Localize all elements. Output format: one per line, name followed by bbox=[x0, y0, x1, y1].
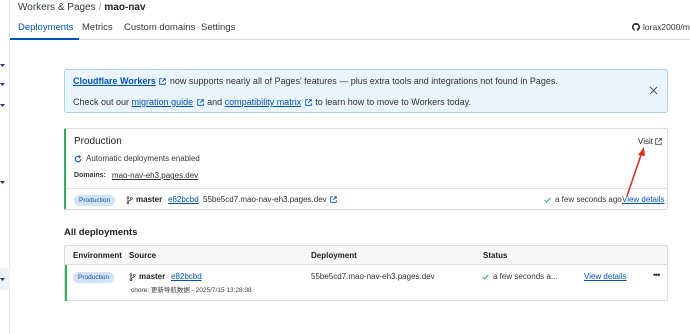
breadcrumb: Workers & Pages / mao-nav bbox=[18, 2, 146, 13]
banner-line-1: Cloudflare Workers now supports nearly a… bbox=[73, 76, 558, 86]
column-environment: Environment bbox=[73, 251, 122, 260]
breadcrumb-separator: / bbox=[98, 2, 102, 13]
sidebar bbox=[0, 0, 10, 334]
production-title: Production bbox=[74, 136, 122, 147]
banner-text-2a: Check out our bbox=[73, 97, 130, 107]
deployments-table: Environment Source Deployment Status Pro… bbox=[64, 245, 668, 301]
repo-link[interactable]: lorax2000/mao bbox=[632, 22, 690, 32]
branch-name: master bbox=[136, 195, 163, 204]
table-row[interactable]: Production master e82bcbd chore: 更新导航数据 … bbox=[65, 265, 667, 301]
view-details-link[interactable]: View details bbox=[584, 272, 627, 281]
page-title: mao-nav bbox=[104, 2, 146, 13]
close-icon[interactable] bbox=[649, 86, 658, 95]
external-link-icon bbox=[304, 99, 312, 106]
domains-row: Domains: mao-nav-eh3.pages.dev bbox=[74, 171, 198, 180]
divider bbox=[66, 188, 668, 189]
domain-link[interactable]: mao-nav-eh3.pages.dev bbox=[112, 171, 198, 180]
commit-link[interactable]: e82bcbd bbox=[168, 195, 199, 204]
deployment-status: a few seconds ago bbox=[544, 195, 622, 204]
deployment-url: 55be5cd7.mao-nav-eh3.pages.dev bbox=[203, 195, 327, 204]
chevron-down-icon[interactable] bbox=[0, 64, 5, 67]
auto-deploy-label: Automatic deployments enabled bbox=[86, 154, 200, 163]
compatibility-matrix-link[interactable]: compatibility matrix bbox=[225, 97, 302, 107]
workers-info-banner: Cloudflare Workers now supports nearly a… bbox=[64, 69, 668, 113]
visit-label: Visit bbox=[638, 137, 653, 146]
active-tab-indicator bbox=[10, 38, 79, 40]
cloudflare-workers-link[interactable]: Cloudflare Workers bbox=[73, 76, 156, 86]
migration-guide-link[interactable]: migration guide bbox=[132, 97, 194, 107]
tab-deployments[interactable]: Deployments bbox=[18, 22, 73, 33]
environment-badge: Production bbox=[74, 195, 116, 206]
github-icon bbox=[632, 23, 640, 31]
banner-text-1: now supports nearly all of Pages' featur… bbox=[169, 76, 558, 86]
chevron-down-icon[interactable] bbox=[0, 83, 5, 86]
refresh-icon bbox=[74, 154, 82, 162]
column-deployment: Deployment bbox=[311, 251, 357, 260]
tab-bar: Deployments Metrics Custom domains Setti… bbox=[10, 14, 690, 40]
all-deployments-title: All deployments bbox=[64, 227, 138, 238]
external-link-icon bbox=[196, 99, 204, 106]
chevron-down-icon[interactable] bbox=[0, 181, 5, 184]
banner-text-2b: and bbox=[207, 97, 223, 107]
banner-line-2: Check out our migration guide and compat… bbox=[73, 97, 471, 107]
repo-label: lorax2000/mao bbox=[643, 22, 690, 32]
domains-label: Domains: bbox=[74, 172, 106, 179]
tab-metrics[interactable]: Metrics bbox=[82, 22, 113, 33]
tab-custom-domains[interactable]: Custom domains bbox=[124, 22, 195, 33]
status-text: a few seconds ago bbox=[555, 195, 622, 204]
external-link-icon bbox=[655, 138, 662, 145]
visit-link[interactable]: Visit bbox=[638, 137, 662, 146]
status-text: a few seconds a... bbox=[493, 272, 558, 281]
git-branch-icon bbox=[126, 195, 133, 204]
check-icon bbox=[482, 274, 489, 280]
chevron-down-icon[interactable] bbox=[0, 278, 5, 281]
commit-message: chore: 更新导航数据 - 2025/7/15 13:28:38 bbox=[131, 287, 252, 294]
deployment-status: a few seconds a... bbox=[482, 272, 557, 281]
git-branch-icon bbox=[129, 272, 136, 281]
check-icon bbox=[544, 197, 551, 203]
external-link-icon bbox=[159, 78, 167, 85]
branch-info: master bbox=[129, 272, 165, 281]
auto-deploy-status: Automatic deployments enabled bbox=[74, 154, 200, 163]
chevron-down-icon[interactable] bbox=[0, 104, 5, 107]
view-details-link[interactable]: View details bbox=[622, 195, 665, 204]
more-options-icon[interactable]: ••• bbox=[653, 270, 661, 280]
branch-name: master bbox=[139, 272, 166, 281]
column-source: Source bbox=[129, 251, 157, 260]
commit-link[interactable]: e82bcbd bbox=[171, 272, 202, 281]
deployment-url-link[interactable]: 55be5cd7.mao-nav-eh3.pages.dev bbox=[203, 195, 337, 204]
banner-text-2c: to learn how to move to Workers today. bbox=[315, 97, 471, 107]
table-header: Environment Source Deployment Status bbox=[65, 246, 667, 265]
production-card: Production Visit Automatic deployments e… bbox=[64, 128, 668, 210]
column-status: Status bbox=[483, 251, 508, 260]
deployment-url[interactable]: 55be5cd7.mao-nav-eh3.pages.dev bbox=[311, 272, 435, 281]
environment-badge: Production bbox=[73, 272, 115, 283]
breadcrumb-parent[interactable]: Workers & Pages bbox=[18, 2, 96, 13]
tab-settings[interactable]: Settings bbox=[201, 22, 235, 33]
branch-info: master bbox=[126, 195, 162, 204]
external-link-icon bbox=[329, 196, 337, 203]
